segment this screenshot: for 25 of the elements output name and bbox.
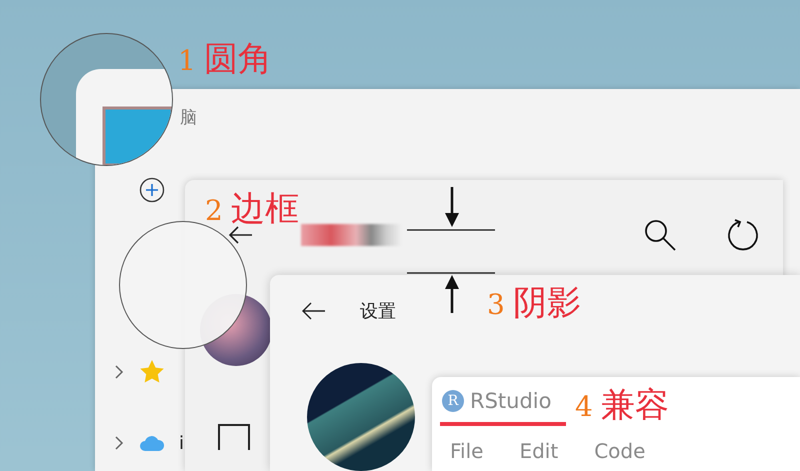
cloud-icon [139, 433, 165, 453]
sidebar-item[interactable] [113, 360, 165, 384]
annotation-label: 边框 [230, 188, 299, 231]
window-title: 脑 [180, 106, 197, 128]
annotation-number: 4 [575, 390, 593, 423]
search-icon [643, 218, 677, 252]
sidebar-label: i [179, 432, 184, 454]
back-arrow-icon [227, 224, 253, 246]
annotation-label: 圆角 [204, 38, 272, 81]
menu-item[interactable]: Edit [519, 438, 558, 463]
back-arrow-icon [300, 300, 326, 322]
window-title: RStudio [470, 389, 552, 414]
annotation-label: 阴影 [512, 282, 581, 325]
annotation-number: 1 [178, 44, 196, 77]
menu-item[interactable]: File [450, 438, 484, 463]
annotation-label: 兼容 [600, 384, 669, 427]
star-icon [139, 359, 165, 385]
annotation-number: 2 [205, 194, 223, 227]
annotation-number: 3 [487, 288, 505, 321]
window-title: 设置 [360, 300, 396, 323]
menu-item[interactable]: Code [594, 438, 646, 463]
add-icon [139, 177, 165, 203]
sidebar-item[interactable]: i [113, 431, 184, 455]
r-logo-icon: R [442, 390, 464, 412]
refresh-icon [725, 217, 761, 253]
